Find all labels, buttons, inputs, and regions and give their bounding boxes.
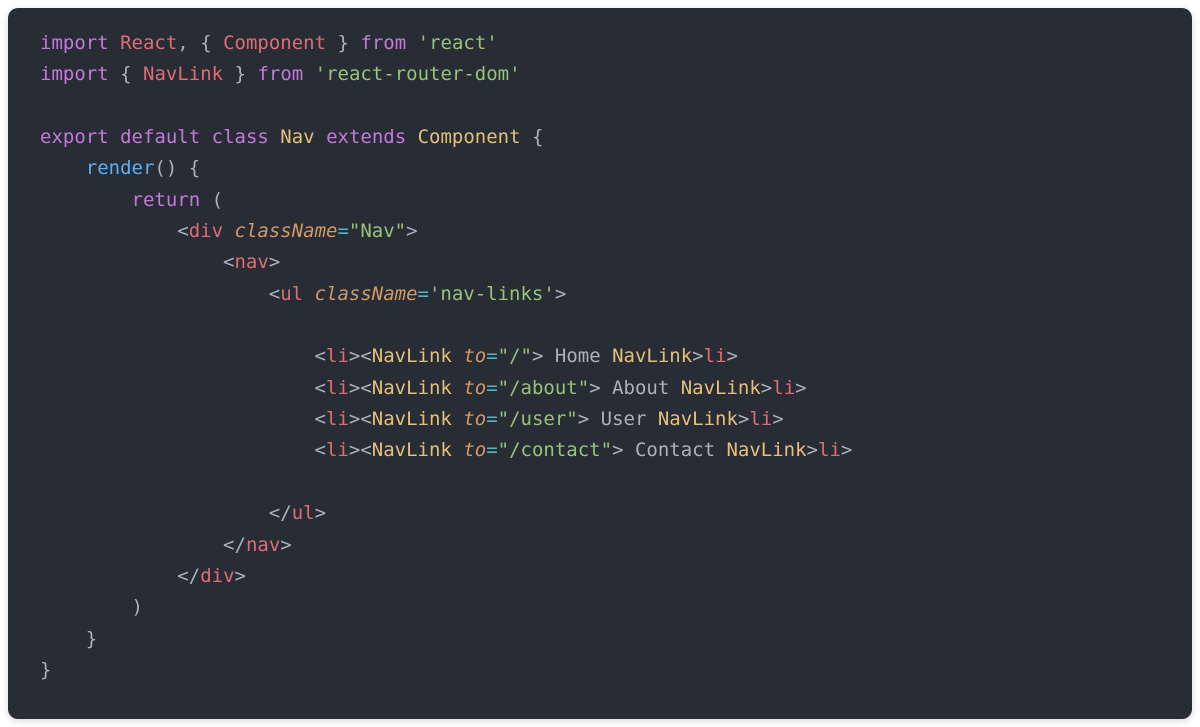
code-line-blank [40, 310, 1160, 341]
nav-item-line-1: <li><NavLink to="/about"> About NavLink>… [40, 373, 1160, 404]
code-line-6: return ( [40, 185, 1160, 216]
code-line-9: <ul className='nav-links'> [40, 279, 1160, 310]
code-block: import React, { Component } from 'react'… [8, 8, 1192, 719]
nav-item-line-2: <li><NavLink to="/user"> User NavLink>li… [40, 404, 1160, 435]
nav-item-line-0: <li><NavLink to="/"> Home NavLink>li> [40, 341, 1160, 372]
code-line-close-brace1: } [40, 624, 1160, 655]
code-line-4: export default class Nav extends Compone… [40, 122, 1160, 153]
code-line-1: import React, { Component } from 'react' [40, 28, 1160, 59]
code-line-close-brace2: } [40, 655, 1160, 686]
code-line-2: import { NavLink } from 'react-router-do… [40, 59, 1160, 90]
nav-item-line-3: <li><NavLink to="/contact"> Contact NavL… [40, 435, 1160, 466]
code-line-5: render() { [40, 153, 1160, 184]
code-line-3 [40, 91, 1160, 122]
code-line-close-div: </div> [40, 561, 1160, 592]
code-line-blank2 [40, 467, 1160, 498]
code-line-7: <div className="Nav"> [40, 216, 1160, 247]
code-line-8: <nav> [40, 247, 1160, 278]
code-line-close-ul: </ul> [40, 498, 1160, 529]
code-line-close-paren: ) [40, 592, 1160, 623]
code-line-close-nav: </nav> [40, 530, 1160, 561]
